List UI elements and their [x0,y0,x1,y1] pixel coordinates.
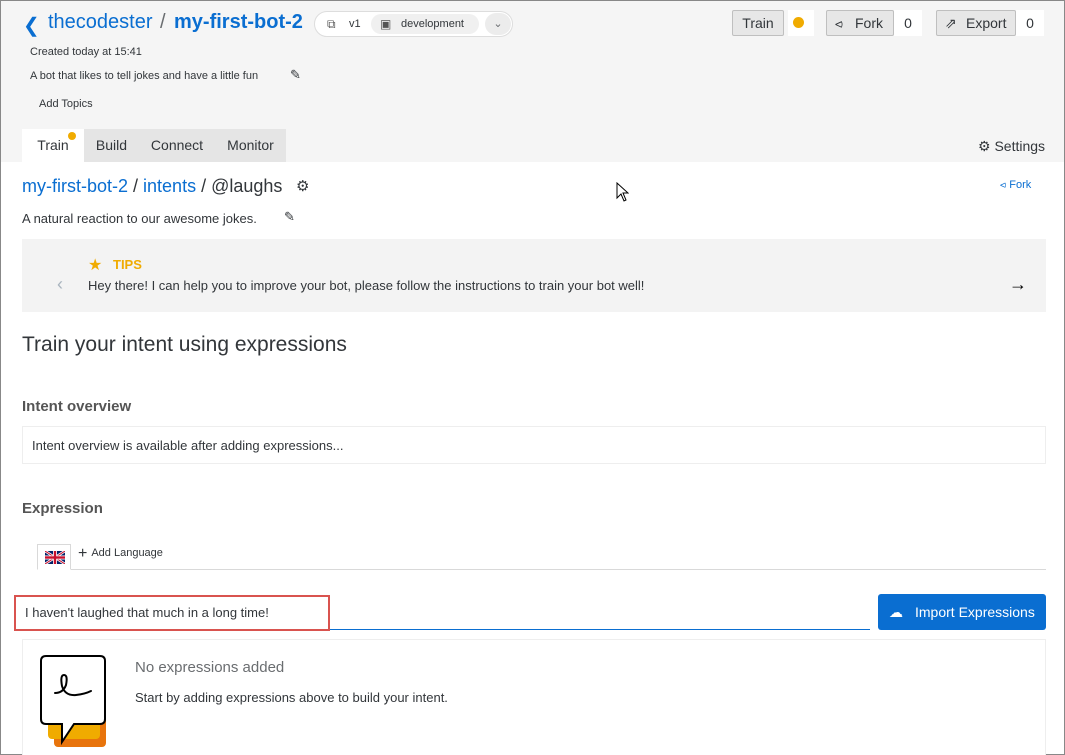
back-chevron-icon[interactable]: ❮ [23,13,40,38]
chevron-down-icon[interactable]: ⌄ [485,13,511,35]
export-icon: ⇗ [945,15,957,31]
expression-label: Expression [22,500,103,517]
environment-label: development [401,18,464,30]
speech-bubble-illustration-icon [40,655,106,747]
bot-header: ❮ thecodester / my-first-bot-2 ⧉ v1 ▣ de… [1,1,1064,162]
fork-count: 0 [894,10,922,36]
tab-connect[interactable]: Connect [139,129,215,162]
fork-button[interactable]: ⪦ Fork [826,10,894,36]
intent-overview-label: Intent overview [22,398,132,415]
language-tab-en[interactable] [37,544,71,570]
empty-state-text: Start by adding expressions above to bui… [135,690,448,705]
edit-pencil-icon[interactable]: ✎ [284,209,295,225]
empty-state-title: No expressions added [135,659,285,676]
tips-banner: ★ TIPS ‹ Hey there! I can help you to im… [22,239,1046,312]
monitor-icon: ▣ [380,17,392,31]
import-expressions-button[interactable]: ☁ Import Expressions [878,594,1046,630]
plus-icon: + [78,545,88,562]
export-count: 0 [1016,10,1044,36]
add-language-button[interactable]: + Add Language [78,545,163,563]
intent-crumb-name: @laughs [211,176,283,196]
train-tab-dot [68,132,76,140]
mouse-cursor-icon [616,182,629,202]
fork-icon: ⪦ [1000,179,1007,191]
train-status-dot [793,17,804,28]
intent-breadcrumb: my-first-bot-2 / intents / @laughs [22,176,282,197]
intent-fork-link[interactable]: ⪦ Fork [1000,179,1031,192]
intent-crumb-bot[interactable]: my-first-bot-2 [22,176,128,196]
import-expressions-label: Import Expressions [915,604,1035,620]
expression-input[interactable] [15,597,870,627]
tips-text: Hey there! I can help you to improve you… [88,278,645,293]
fork-button-label: Fork [855,15,883,31]
language-tab-bar [37,569,1046,570]
intent-crumb-sep-2: / [196,176,212,196]
intent-settings-gear-icon[interactable]: ⚙ [296,177,309,195]
created-date: Created today at 15:41 [30,46,142,58]
export-button-label: Export [966,15,1007,31]
intent-overview-box: Intent overview is available after addin… [22,426,1046,464]
uk-flag-icon [45,551,65,564]
intent-crumb-intents[interactable]: intents [143,176,196,196]
train-button[interactable]: Train [732,10,784,36]
add-language-label: Add Language [91,547,163,559]
intent-overview-text: Intent overview is available after addin… [32,438,344,453]
export-button[interactable]: ⇗ Export [936,10,1016,36]
expression-input-wrapper [15,597,870,630]
breadcrumb-user-link[interactable]: thecodester [48,11,153,34]
chevron-left-icon[interactable]: ‹ [57,274,63,295]
version-label: v1 [349,18,361,30]
bot-description: A bot that likes to tell jokes and have … [30,70,259,82]
section-title: Train your intent using expressions [22,333,347,356]
settings-link[interactable]: ⚙ Settings [978,138,1045,155]
intent-crumb-sep: / [128,176,144,196]
star-icon: ★ [88,257,103,274]
gear-icon: ⚙ [978,138,991,154]
intent-description: A natural reaction to our awesome jokes. [22,211,257,226]
fork-icon: ⪦ [835,15,843,31]
empty-state: No expressions added Start by adding exp… [22,639,1046,755]
environment-chip[interactable]: ▣ development [371,14,479,34]
intent-fork-label: Fork [1009,179,1032,191]
add-topics-link[interactable]: Add Topics [39,98,93,110]
tab-build[interactable]: Build [84,129,139,162]
version-branch-icon: ⧉ [327,17,336,31]
arrow-right-icon[interactable]: → [1009,274,1027,295]
edit-pencil-icon[interactable]: ✎ [290,67,301,83]
cloud-upload-icon: ☁ [889,604,903,620]
version-selector[interactable]: ⧉ v1 ▣ development ⌄ [314,11,513,37]
tips-title: TIPS [113,257,142,272]
breadcrumb-separator: / [160,11,166,33]
tab-monitor[interactable]: Monitor [215,129,286,162]
settings-label: Settings [994,138,1046,154]
breadcrumb-bot-link[interactable]: my-first-bot-2 [174,11,303,34]
